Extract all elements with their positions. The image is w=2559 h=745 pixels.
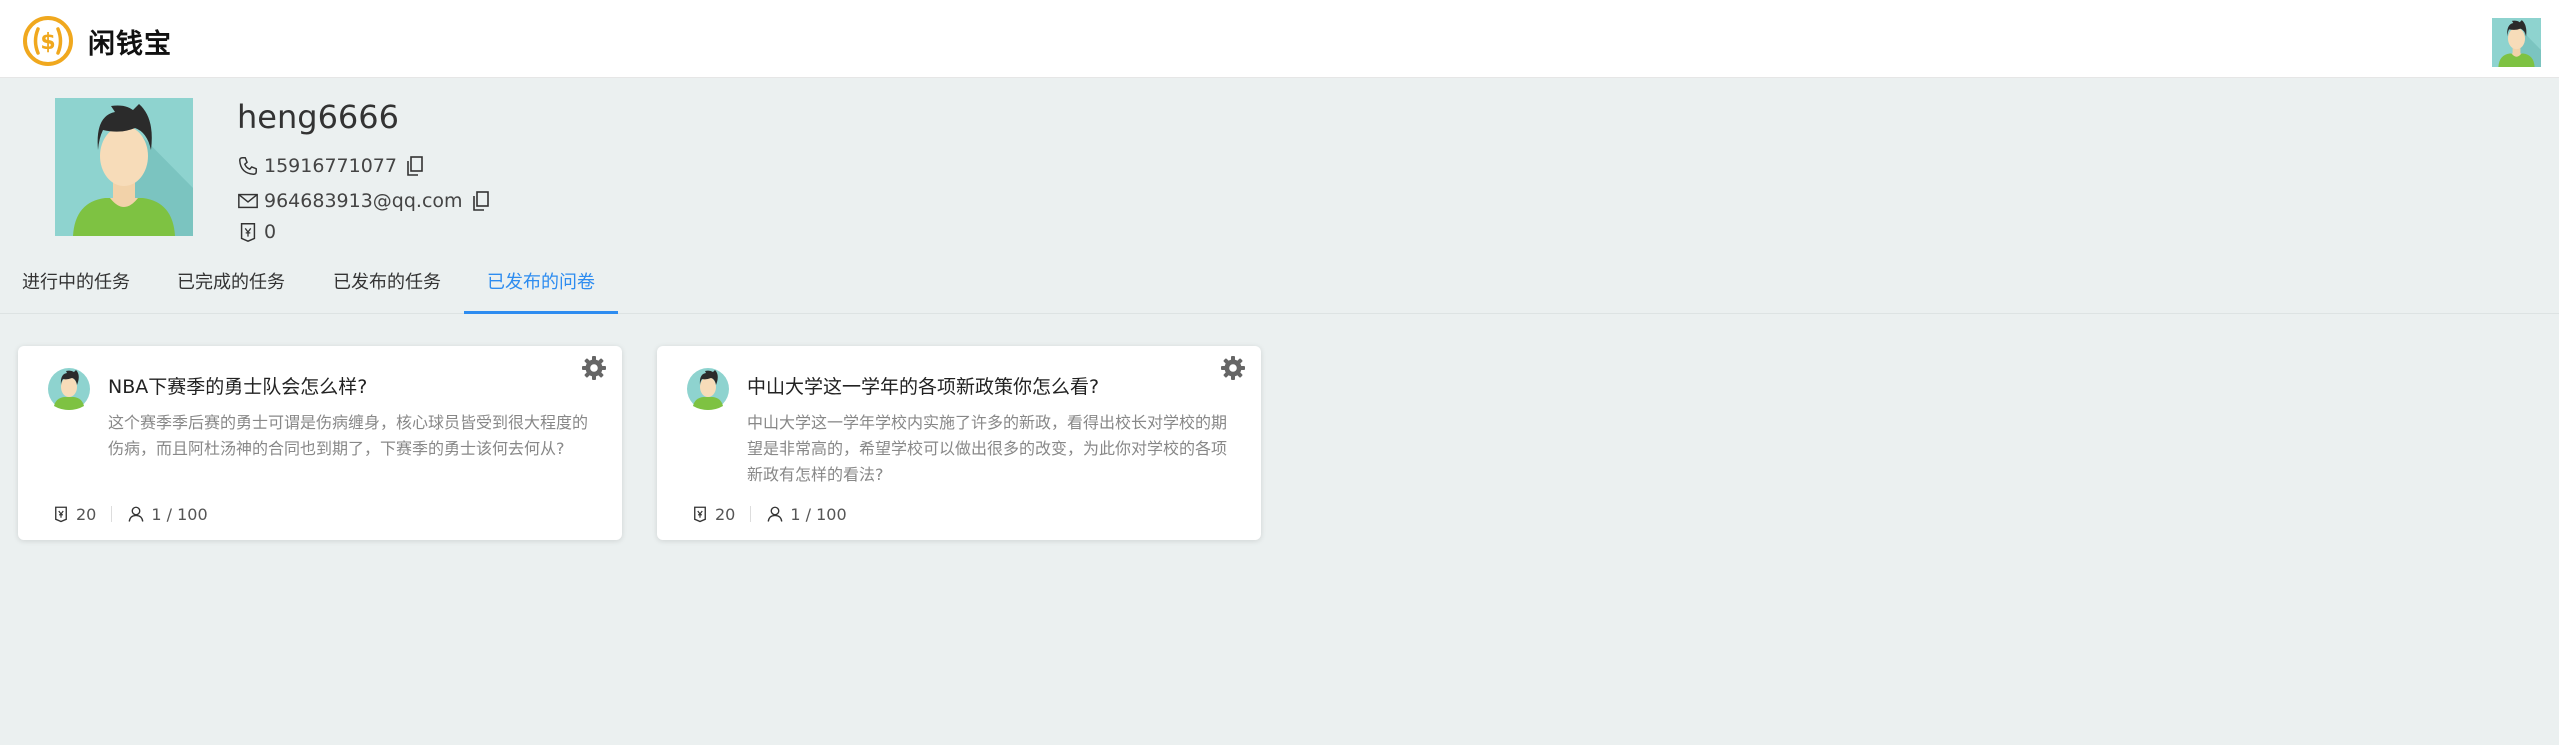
survey-reward: 20 — [76, 504, 97, 524]
app-logo-text[interactable]: 闲钱宝 — [88, 22, 172, 61]
survey-card[interactable]: 中山大学这一学年的各项新政策你怎么看? 中山大学这一学年学校内实施了许多的新政，… — [657, 346, 1261, 540]
gear-icon[interactable] — [1219, 354, 1247, 382]
survey-reward: 20 — [715, 504, 736, 524]
gear-icon[interactable] — [580, 354, 608, 382]
profile-coin-row: 0 — [237, 219, 276, 245]
survey-footer: 20 1 / 100 — [691, 504, 847, 524]
user-icon — [127, 505, 145, 523]
profile-tabs: 进行中的任务 已完成的任务 已发布的任务 已发布的问卷 — [0, 258, 2559, 314]
dollar-coin-icon[interactable]: $ — [22, 15, 74, 67]
svg-text:$: $ — [40, 30, 55, 55]
survey-progress: 1 / 100 — [790, 504, 847, 524]
coin-badge-icon — [52, 505, 70, 523]
divider — [750, 506, 752, 522]
tab-completed[interactable]: 已完成的任务 — [152, 258, 310, 314]
survey-progress: 1 / 100 — [151, 504, 208, 524]
user-icon — [766, 505, 784, 523]
survey-title[interactable]: 中山大学这一学年的各项新政策你怎么看? — [747, 372, 1231, 399]
profile-phone: 15916771077 — [264, 155, 397, 177]
divider — [111, 506, 113, 522]
copy-phone-icon[interactable] — [405, 155, 425, 177]
phone-icon — [237, 155, 259, 177]
copy-email-icon[interactable] — [471, 190, 491, 212]
mail-icon — [237, 190, 259, 212]
top-navbar: $ 闲钱宝 — [0, 0, 2559, 78]
survey-card[interactable]: NBA下赛季的勇士队会怎么样? 这个赛季季后赛的勇士可谓是伤病缠身，核心球员皆受… — [18, 346, 622, 540]
profile-email: 964683913@qq.com — [264, 190, 463, 212]
tab-in-progress[interactable]: 进行中的任务 — [0, 258, 152, 314]
tab-published-tasks[interactable]: 已发布的任务 — [310, 258, 464, 314]
profile-coins: 0 — [264, 221, 277, 243]
coin-badge-icon — [237, 221, 259, 243]
survey-title[interactable]: NBA下赛季的勇士队会怎么样? — [108, 372, 592, 399]
profile-avatar — [55, 98, 193, 236]
profile-email-row: 964683913@qq.com — [237, 188, 491, 214]
survey-description: 这个赛季季后赛的勇士可谓是伤病缠身，核心球员皆受到很大程度的伤病，而且阿杜汤神的… — [108, 413, 589, 458]
profile-username: heng6666 — [237, 98, 399, 136]
author-avatar — [687, 368, 729, 410]
profile-phone-row: 15916771077 — [237, 153, 425, 179]
user-avatar[interactable] — [2492, 17, 2541, 68]
author-avatar — [48, 368, 90, 410]
tab-published-surveys[interactable]: 已发布的问卷 — [464, 258, 618, 314]
survey-footer: 20 1 / 100 — [52, 504, 208, 524]
coin-badge-icon — [691, 505, 709, 523]
survey-description: 中山大学这一学年学校内实施了许多的新政，看得出校长对学校的期望是非常高的，希望学… — [747, 413, 1228, 484]
